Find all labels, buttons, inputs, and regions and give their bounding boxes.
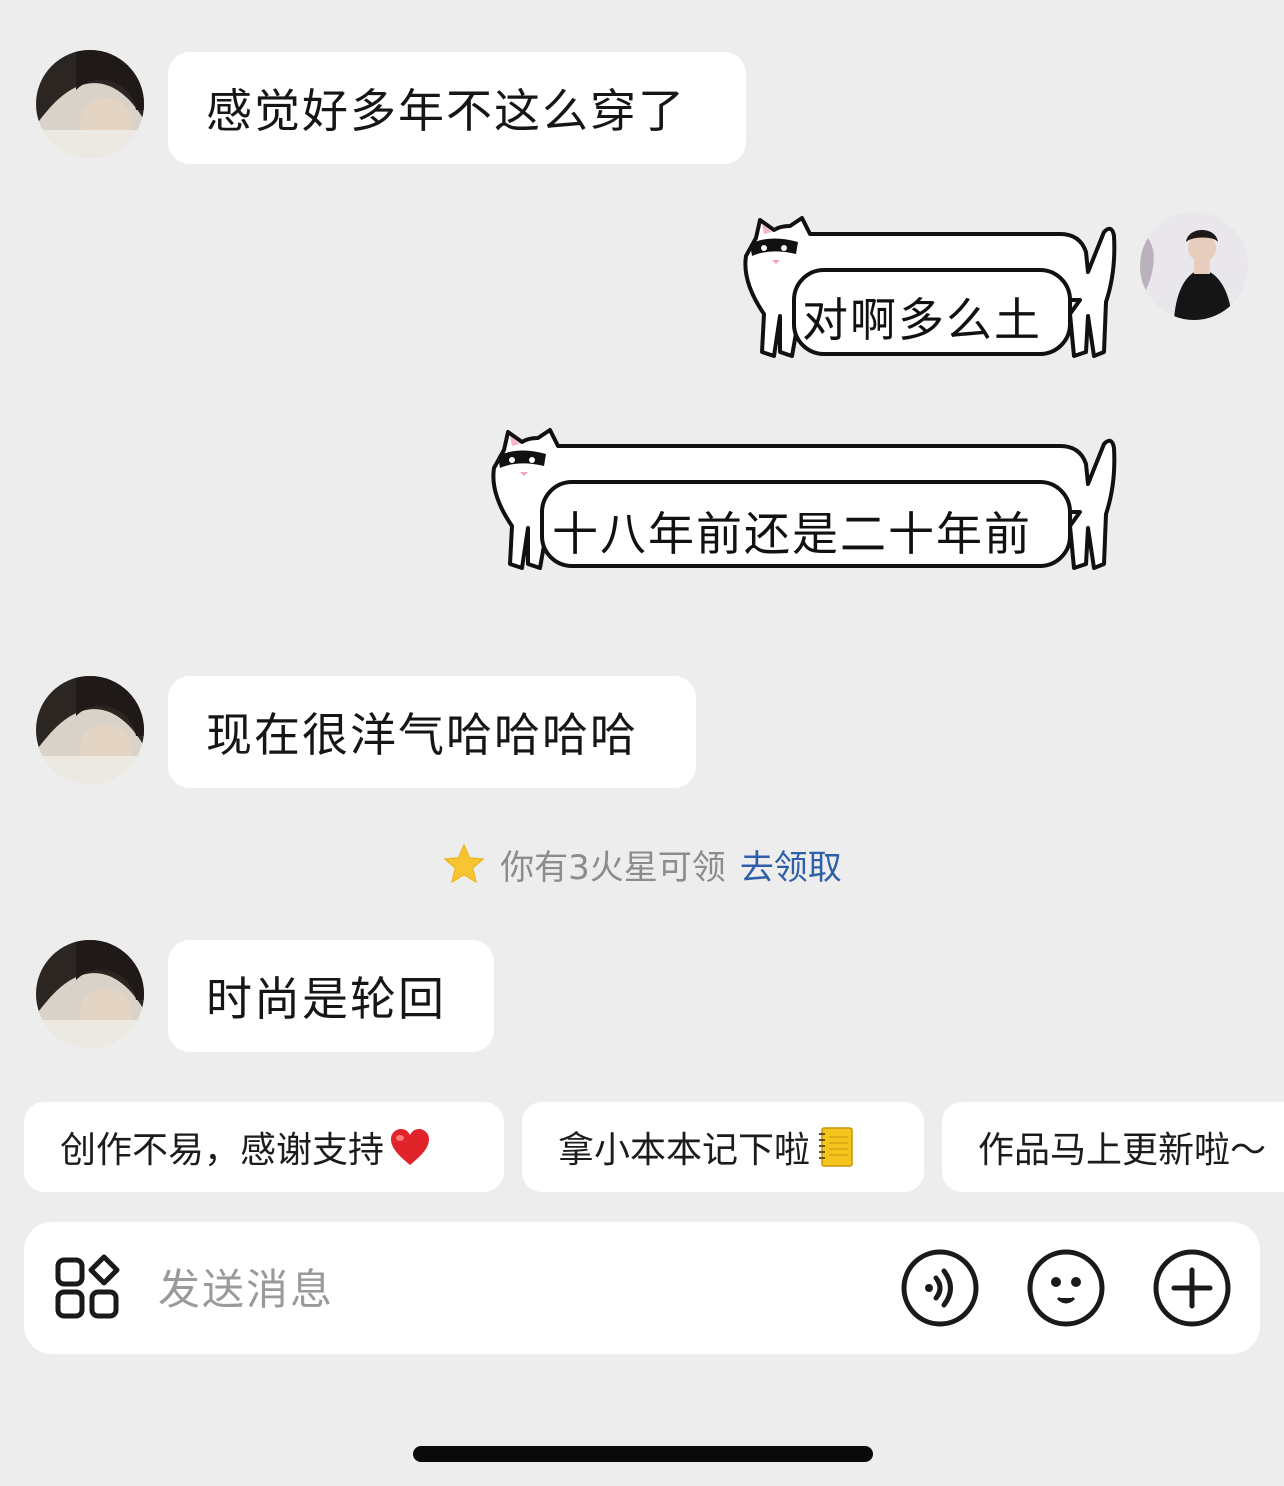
contact-avatar[interactable] [36,676,144,784]
message-text: 时尚是轮回 [206,972,446,1026]
notebook-icon [819,1127,853,1167]
sticker-text: 十八年前还是二十年前 [552,507,1032,561]
message-input-bar [24,1222,1260,1354]
contact-avatar-image [36,50,144,158]
quick-reply-chip[interactable]: 作品马上更新啦～ [942,1102,1284,1192]
contact-avatar[interactable] [36,940,144,1048]
voice-icon[interactable] [900,1248,980,1328]
message-bubble[interactable]: 时尚是轮回 [168,940,494,1052]
quick-reply-text: 作品马上更新啦～ [978,1130,1267,1171]
cat-sticker-message[interactable]: 对啊多么土 [740,212,1120,362]
plus-icon[interactable] [1152,1248,1232,1328]
red-heart-icon [391,1129,430,1165]
contact-avatar[interactable] [36,50,144,158]
my-avatar-image [1140,212,1248,320]
quick-reply-chip[interactable]: 创作不易，感谢支持 [24,1102,504,1192]
message-bubble[interactable]: 现在很洋气哈哈哈哈 [168,676,696,788]
star-icon [444,844,484,883]
cat-sticker-message[interactable]: 十八年前还是二十年前 [488,424,1120,574]
message-text: 现在很洋气哈哈哈哈 [206,708,638,762]
message-bubble[interactable]: 感觉好多年不这么穿了 [168,52,746,164]
sticker-text: 对啊多么土 [802,293,1042,347]
message-input[interactable] [156,1258,860,1320]
quick-reply-text: 拿小本本记下啦 [558,1130,811,1171]
apps-grid-icon[interactable] [54,1254,122,1322]
quick-reply-chip[interactable]: 拿小本本记下啦 [522,1102,924,1192]
my-avatar[interactable] [1140,212,1248,320]
contact-avatar-image [36,676,144,784]
quick-reply-text: 创作不易，感谢支持 [60,1130,385,1171]
notice-text: 你有3火星可领 [500,847,726,888]
claim-link[interactable]: 去领取 [740,840,842,889]
reward-notice: 你有3火星可领 去领取 [0,836,1284,892]
emoji-icon[interactable] [1026,1248,1106,1328]
contact-avatar-image [36,940,144,1048]
home-indicator[interactable] [413,1446,873,1462]
message-text: 感觉好多年不这么穿了 [206,84,686,138]
